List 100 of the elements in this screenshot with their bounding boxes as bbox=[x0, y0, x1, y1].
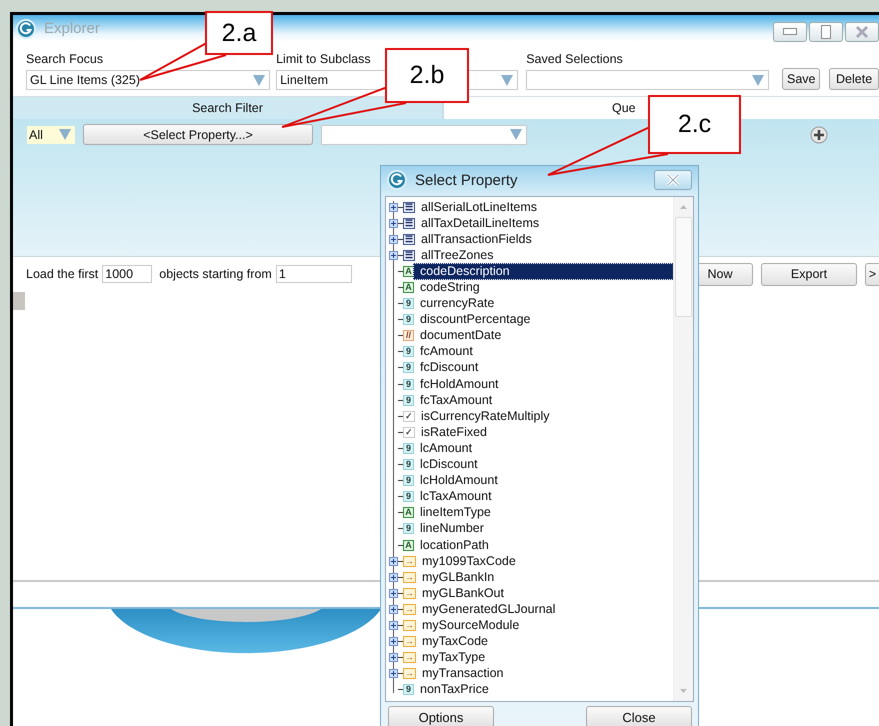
property-item[interactable]: isRateFixed bbox=[419, 424, 489, 440]
expand-icon[interactable] bbox=[389, 637, 398, 646]
type-icon: → bbox=[403, 604, 416, 615]
property-item[interactable]: mySourceModule bbox=[420, 618, 522, 633]
tab[interactable]: Search Filter bbox=[13, 97, 442, 119]
close-icon bbox=[665, 173, 681, 187]
property-item[interactable]: fcHoldAmount bbox=[418, 376, 501, 392]
property-item[interactable]: documentDate bbox=[418, 328, 504, 344]
property-item[interactable]: isCurrencyRateMultiply bbox=[419, 408, 552, 424]
dialog-title: Select Property bbox=[415, 172, 518, 188]
type-icon: A bbox=[403, 266, 414, 277]
expand-icon[interactable] bbox=[389, 250, 398, 260]
type-icon: → bbox=[403, 620, 416, 631]
type-icon: 9 bbox=[403, 475, 414, 486]
minimize-button[interactable] bbox=[773, 22, 807, 42]
app-logo-icon bbox=[387, 170, 407, 190]
property-item[interactable]: myTaxType bbox=[420, 650, 488, 666]
window-title: Explorer bbox=[44, 20, 100, 37]
property-item[interactable]: lineItemType bbox=[418, 505, 493, 520]
type-icon: ☰ bbox=[403, 202, 415, 213]
scrollbar[interactable] bbox=[673, 197, 693, 701]
minimize-icon bbox=[783, 28, 797, 36]
dialog-button[interactable]: Options bbox=[388, 706, 494, 726]
type-icon: 9 bbox=[403, 394, 414, 406]
expand-icon[interactable] bbox=[389, 234, 398, 244]
count-input[interactable]: 1000 bbox=[102, 265, 152, 283]
search-focus-dropdown[interactable]: GL Line Items (325) bbox=[26, 70, 270, 90]
property-item[interactable]: lineNumber bbox=[418, 521, 486, 536]
property-item[interactable]: lcDiscount bbox=[418, 457, 480, 472]
property-item[interactable]: lcAmount bbox=[418, 440, 474, 456]
type-icon: 9 bbox=[403, 491, 414, 502]
property-item[interactable]: nonTaxPrice bbox=[418, 682, 491, 698]
property-item[interactable]: myGLBankOut bbox=[420, 586, 506, 601]
type-icon: ☰ bbox=[403, 250, 415, 261]
property-item[interactable]: allTaxDetailLineItems bbox=[419, 216, 542, 231]
start-label: objects starting from bbox=[159, 267, 272, 281]
expand-icon[interactable] bbox=[389, 669, 398, 678]
type-icon: → bbox=[403, 636, 416, 648]
property-item[interactable]: fcAmount bbox=[418, 344, 475, 360]
type-icon: → bbox=[403, 588, 416, 599]
property-item[interactable]: allTransactionFields bbox=[419, 232, 534, 247]
type-icon: 9 bbox=[403, 298, 414, 310]
app-logo-icon bbox=[16, 18, 36, 38]
callout-label: 2.a bbox=[205, 11, 273, 55]
close-icon bbox=[855, 25, 869, 39]
type-icon: 9 bbox=[403, 362, 414, 374]
type-icon: // bbox=[403, 330, 414, 342]
property-item[interactable]: locationPath bbox=[418, 538, 491, 553]
property-item[interactable]: myTransaction bbox=[420, 666, 506, 682]
property-item[interactable]: discountPercentage bbox=[418, 312, 532, 328]
expand-icon[interactable] bbox=[389, 653, 398, 662]
action-button[interactable]: Now bbox=[697, 262, 753, 286]
scroll-thumb[interactable] bbox=[675, 217, 692, 317]
property-item[interactable]: codeDescription bbox=[414, 264, 673, 279]
property-item[interactable]: fcDiscount bbox=[418, 360, 480, 376]
type-icon: 9 bbox=[403, 684, 414, 696]
dialog-button[interactable]: Close bbox=[586, 706, 692, 726]
field-label: Saved Selections bbox=[526, 52, 624, 66]
action-button[interactable]: Export bbox=[761, 262, 857, 286]
expand-icon[interactable] bbox=[389, 218, 398, 228]
property-item[interactable]: allSerialLotLineItems bbox=[419, 200, 540, 215]
property-item[interactable]: myGLBankIn bbox=[420, 570, 496, 585]
toolbar-button[interactable]: Save bbox=[782, 68, 820, 90]
property-item[interactable]: lcHoldAmount bbox=[418, 473, 500, 488]
type-icon: A bbox=[403, 540, 414, 551]
property-item[interactable]: my1099TaxCode bbox=[420, 554, 518, 569]
type-icon: ✓ bbox=[403, 426, 415, 438]
type-icon: → bbox=[403, 668, 416, 680]
type-icon: → bbox=[403, 572, 416, 583]
property-item[interactable]: lcTaxAmount bbox=[418, 489, 494, 504]
type-icon: 9 bbox=[403, 346, 414, 358]
add-icon[interactable] bbox=[810, 126, 828, 144]
property-item[interactable]: codeString bbox=[418, 280, 482, 296]
type-icon: 9 bbox=[403, 459, 414, 470]
type-icon: 9 bbox=[403, 314, 414, 326]
callout-label: 2.b bbox=[385, 48, 469, 103]
property-item[interactable]: fcTaxAmount bbox=[418, 392, 494, 408]
expand-icon[interactable] bbox=[389, 588, 398, 598]
expand-icon[interactable] bbox=[389, 572, 398, 582]
expand-icon[interactable] bbox=[389, 202, 398, 212]
field-label: Search Focus bbox=[26, 52, 104, 66]
expand-icon[interactable] bbox=[389, 604, 398, 614]
type-icon: ✓ bbox=[403, 410, 415, 422]
select-property-button[interactable]: <Select Property...> bbox=[83, 124, 313, 145]
toolbar-button[interactable]: Delete bbox=[829, 68, 879, 90]
type-icon: 9 bbox=[403, 442, 414, 454]
type-icon: ☰ bbox=[403, 218, 415, 229]
maximize-button[interactable] bbox=[809, 22, 843, 42]
match-dropdown[interactable]: All bbox=[27, 126, 75, 144]
start-input[interactable]: 1 bbox=[276, 265, 352, 283]
type-icon: A bbox=[403, 507, 414, 518]
action-button[interactable]: > bbox=[865, 262, 879, 286]
type-icon: → bbox=[403, 652, 416, 664]
property-item[interactable]: myTaxCode bbox=[420, 634, 490, 650]
expand-icon[interactable] bbox=[389, 620, 398, 630]
property-item[interactable]: allTreeZones bbox=[419, 248, 496, 263]
property-item[interactable]: myGeneratedGLJournal bbox=[420, 602, 558, 617]
property-item[interactable]: currencyRate bbox=[418, 296, 496, 312]
type-icon: ☰ bbox=[403, 234, 415, 245]
expand-icon[interactable] bbox=[389, 556, 398, 566]
